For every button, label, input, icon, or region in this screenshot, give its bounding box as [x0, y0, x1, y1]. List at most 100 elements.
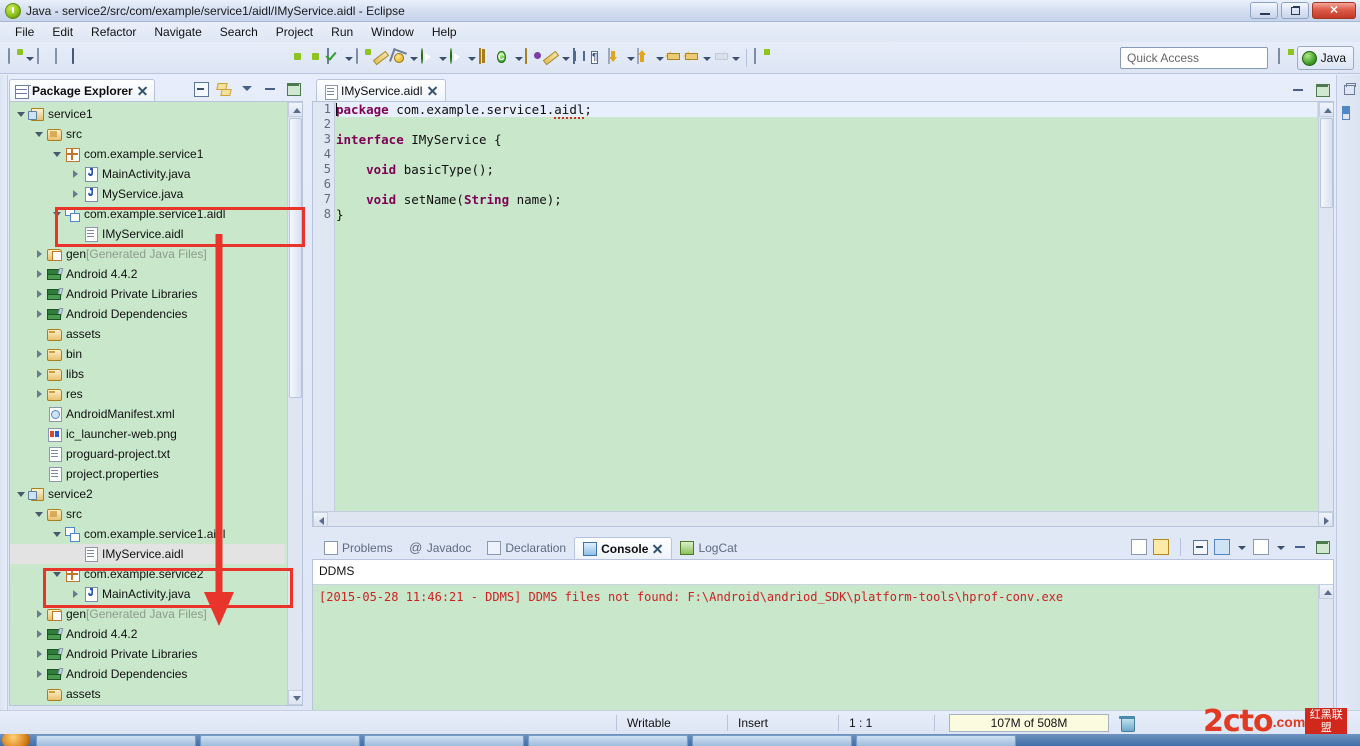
tree-item[interactable]: IMyService.aidl: [10, 224, 285, 244]
tree-item[interactable]: service2: [10, 484, 285, 504]
tree-item[interactable]: assets: [10, 684, 285, 704]
tree-item[interactable]: Android 4.4.2: [10, 624, 285, 644]
tree-item[interactable]: com.example.service1.aidl: [10, 524, 285, 544]
minimize-view-button[interactable]: [262, 81, 278, 97]
tab-logcat[interactable]: LogCat: [672, 537, 745, 559]
tree-item[interactable]: proguard-project.txt: [10, 444, 285, 464]
new-java-package-button[interactable]: [477, 46, 495, 70]
next-annotation-button[interactable]: [607, 46, 625, 70]
tree-item[interactable]: src: [10, 504, 285, 524]
tree-item[interactable]: service1: [10, 104, 285, 124]
new-android-project-button[interactable]: [354, 46, 372, 70]
close-window-button[interactable]: ✕: [1312, 2, 1356, 19]
external-tools-dropdown-icon[interactable]: [466, 49, 477, 67]
tree-item[interactable]: libs: [10, 364, 285, 384]
tree-item[interactable]: ic_launcher-web.png: [10, 424, 285, 444]
taskbar-item[interactable]: [528, 735, 688, 746]
open-perspective-button[interactable]: [1276, 47, 1298, 69]
debug-dropdown-icon[interactable]: [408, 49, 419, 67]
taskbar-item[interactable]: [36, 735, 196, 746]
editor-vertical-scrollbar[interactable]: [1318, 102, 1333, 526]
tree-item[interactable]: assets: [10, 324, 285, 344]
menu-project[interactable]: Project: [267, 23, 322, 41]
menu-run[interactable]: Run: [322, 23, 362, 41]
tab-problems[interactable]: Problems: [316, 537, 401, 559]
menu-refactor[interactable]: Refactor: [82, 23, 145, 41]
package-explorer-body[interactable]: service1srccom.example.service1JMainActi…: [9, 101, 303, 706]
tree-twisty-closed[interactable]: [34, 348, 46, 360]
tree-twisty-open[interactable]: [52, 208, 64, 220]
maximize-console-button[interactable]: [1314, 539, 1330, 555]
lint-warnings-button[interactable]: [325, 46, 343, 70]
search-dropdown-icon[interactable]: [560, 49, 571, 67]
tree-item[interactable]: com.example.service1: [10, 144, 285, 164]
outline-view-icon[interactable]: [1341, 105, 1357, 119]
previous-annotation-button[interactable]: [636, 46, 654, 70]
link-with-editor-button[interactable]: [216, 81, 232, 97]
tree-item[interactable]: Android Dependencies: [10, 664, 285, 684]
tree-twisty-closed[interactable]: [34, 368, 46, 380]
tree-item[interactable]: JMainActivity.java: [10, 164, 285, 184]
tree-item[interactable]: Android Dependencies: [10, 304, 285, 324]
tree-item[interactable]: Android Private Libraries: [10, 644, 285, 664]
save-all-button[interactable]: [53, 46, 71, 70]
tree-twisty-closed[interactable]: [34, 308, 46, 320]
tree-item[interactable]: IMyService.aidl: [10, 544, 285, 564]
scroll-thumb[interactable]: [1320, 118, 1333, 208]
toggle-block-selection-button[interactable]: [571, 46, 589, 70]
tab-imyservice-aidl[interactable]: IMyService.aidl: [316, 79, 446, 101]
taskbar-item[interactable]: [200, 735, 360, 746]
print-button[interactable]: [71, 46, 89, 70]
tree-twisty-closed[interactable]: [70, 168, 82, 180]
minimize-window-button[interactable]: [1250, 2, 1278, 19]
tree-item[interactable]: src: [10, 124, 285, 144]
menu-navigate[interactable]: Navigate: [145, 23, 210, 41]
tree-twisty-open[interactable]: [34, 128, 46, 140]
skip-breakpoints-button[interactable]: [372, 46, 390, 70]
scroll-left-button[interactable]: [313, 512, 328, 527]
previous-annotation-dropdown-icon[interactable]: [654, 49, 665, 67]
tree-twisty-closed[interactable]: [34, 668, 46, 680]
clear-console-button[interactable]: [1131, 539, 1147, 555]
menu-window[interactable]: Window: [362, 23, 423, 41]
tree-twisty-open[interactable]: [34, 508, 46, 520]
menu-search[interactable]: Search: [211, 23, 267, 41]
scroll-lock-button[interactable]: [1153, 539, 1169, 555]
package-explorer-vertical-scrollbar[interactable]: [287, 102, 302, 705]
start-button-icon[interactable]: [2, 734, 30, 746]
open-type-button[interactable]: [524, 46, 542, 70]
tree-item[interactable]: Android Private Libraries: [10, 284, 285, 304]
search-button[interactable]: [542, 46, 560, 70]
editor-horizontal-scrollbar[interactable]: [313, 511, 1333, 526]
tree-item[interactable]: gen [Generated Java Files]: [10, 244, 285, 264]
display-selected-console-button[interactable]: [1214, 539, 1230, 555]
new-button[interactable]: [6, 46, 24, 70]
tree-twisty-closed[interactable]: [70, 588, 82, 600]
tab-declaration[interactable]: Declaration: [479, 537, 574, 559]
tree-twisty-closed[interactable]: [34, 648, 46, 660]
editor-body[interactable]: 12345678 package com.example.service1.ai…: [312, 101, 1334, 527]
open-console-button[interactable]: [1253, 539, 1269, 555]
minimize-console-button[interactable]: [1292, 539, 1308, 555]
pin-editor-button[interactable]: [752, 46, 770, 70]
tree-twisty-open[interactable]: [52, 528, 64, 540]
scroll-thumb[interactable]: [289, 118, 302, 398]
android-sdk-manager-button[interactable]: [289, 46, 307, 70]
new-class-dropdown-icon[interactable]: [513, 49, 524, 67]
tab-javadoc[interactable]: @Javadoc: [401, 537, 480, 559]
scroll-down-button[interactable]: [288, 690, 303, 705]
new-dropdown-icon[interactable]: [24, 49, 35, 67]
tree-item[interactable]: com.example.service1.aidl: [10, 204, 285, 224]
tab-console[interactable]: Console: [574, 537, 672, 559]
android-avd-manager-button[interactable]: [307, 46, 325, 70]
next-annotation-dropdown-icon[interactable]: [625, 49, 636, 67]
tree-twisty-closed[interactable]: [70, 188, 82, 200]
code-text-area[interactable]: package com.example.service1.aidl;interf…: [336, 102, 1317, 510]
tree-item[interactable]: gen [Generated Java Files]: [10, 604, 285, 624]
tree-item[interactable]: com.example.service2: [10, 564, 285, 584]
maximize-window-button[interactable]: [1281, 2, 1309, 19]
tree-twisty-open[interactable]: [16, 488, 28, 500]
tree-item[interactable]: project.properties: [10, 464, 285, 484]
tree-item[interactable]: JMyService.java: [10, 184, 285, 204]
run-garbage-collector-button[interactable]: [1117, 714, 1137, 732]
